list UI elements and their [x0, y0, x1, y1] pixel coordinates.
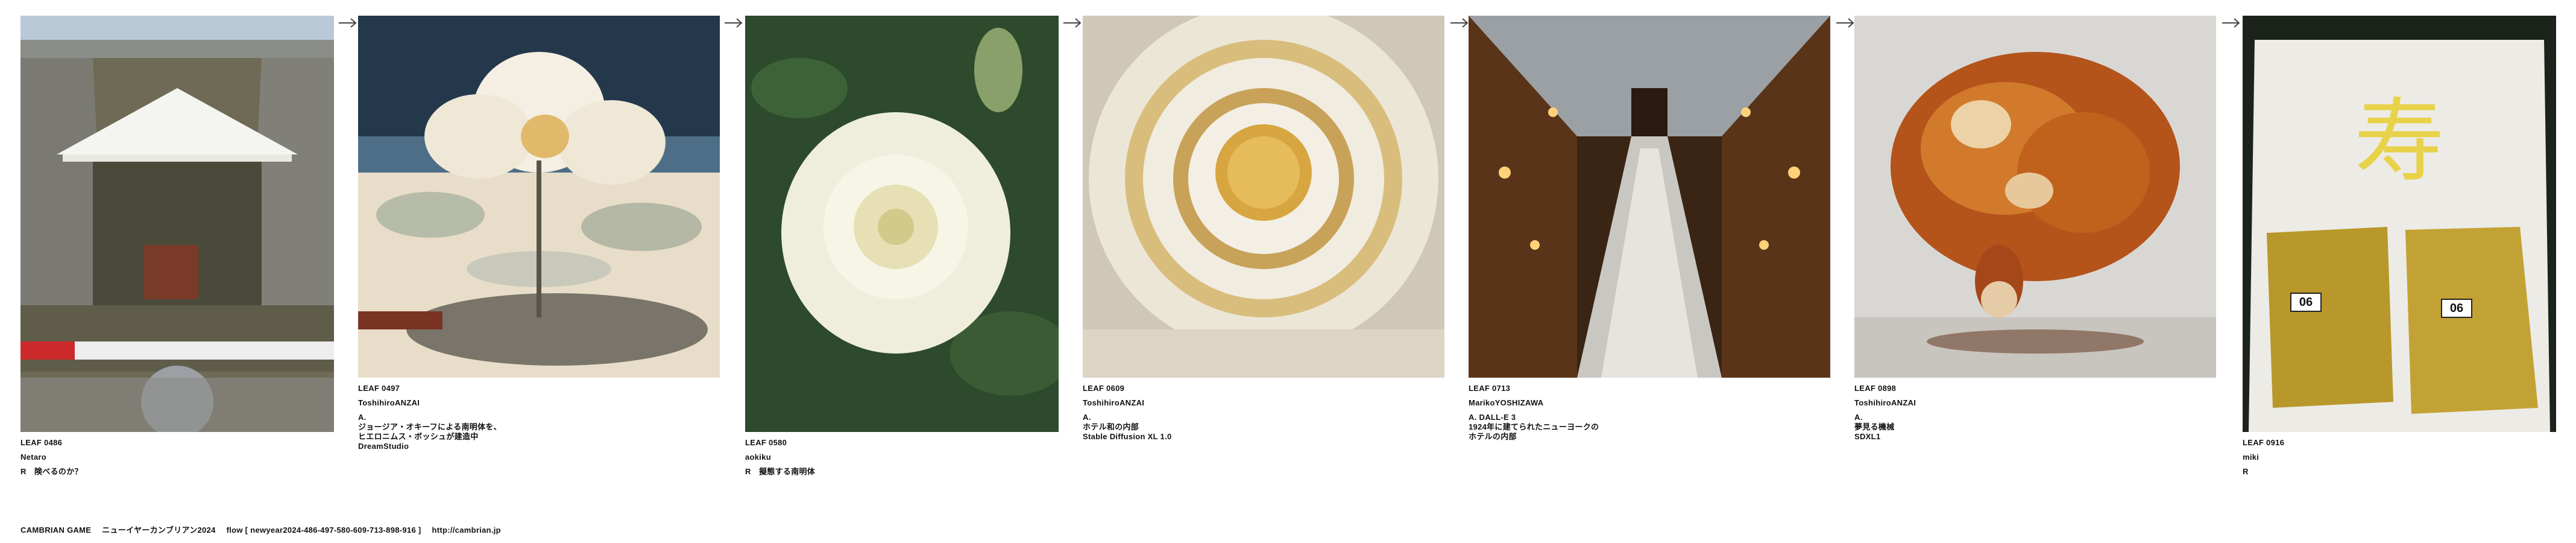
flow-arrow-icon: [1835, 17, 1856, 29]
flow-arrow-icon: [1062, 17, 1083, 29]
leaf-caption-line: SDXL1: [1854, 432, 1881, 441]
leaf-number: LEAF 0713: [1469, 384, 1511, 393]
flow-arrow-icon: [1449, 17, 1470, 29]
leaf-image-0486[interactable]: [20, 16, 334, 432]
leaf-author[interactable]: MarikoYOSHIZAWA: [1469, 398, 1599, 408]
leaf-image-0609[interactable]: [1083, 16, 1444, 378]
kotobuki-sign-icon: 寿: [2354, 89, 2445, 194]
leaf-number: LEAF 0580: [745, 438, 787, 447]
leaf-author[interactable]: ToshihiroANZAI: [1854, 398, 1916, 408]
leaf-image-0898[interactable]: [1854, 16, 2216, 378]
footer-url-link[interactable]: http://cambrian.jp: [432, 526, 500, 535]
leaf-caption-line: A.: [1854, 413, 1863, 422]
flow-arrow-icon: [338, 17, 358, 29]
leaf-author[interactable]: ToshihiroANZAI: [358, 398, 502, 408]
leaf-caption-line: ホテルの内部: [1469, 432, 1517, 441]
leaf-caption-line: A. DALL-E 3: [1469, 413, 1516, 422]
packet-tag: 06: [2449, 302, 2464, 315]
flow-arrow-icon: [2221, 17, 2241, 29]
leaf-caption-line: A.: [1083, 413, 1091, 422]
packet-tag: 06: [2299, 296, 2313, 309]
leaf-author[interactable]: Netaro: [20, 453, 83, 462]
leaf-number: LEAF 0916: [2243, 438, 2285, 447]
footer-title: ニューイヤーカンブリアン2024: [102, 526, 216, 535]
leaf-caption-line: Stable Diffusion XL 1.0: [1083, 432, 1172, 441]
flow-arrow-icon: [723, 17, 744, 29]
leaf-caption-line: ホテル和の内部: [1083, 422, 1139, 431]
leaf-caption-line: R: [2243, 467, 2249, 476]
footer: CAMBRIAN GAME ニューイヤーカンブリアン2024 flow [ ne…: [20, 524, 509, 535]
leaf-image-0713[interactable]: [1469, 16, 1830, 378]
footer-flow: flow [ newyear2024-486-497-580-609-713-8…: [226, 526, 421, 535]
leaf-author[interactable]: aokiku: [745, 453, 815, 462]
leaf-author[interactable]: miki: [2243, 453, 2284, 462]
leaf-number: LEAF 0609: [1083, 384, 1125, 393]
leaf-caption-line: R 険べるのか？: [20, 467, 83, 476]
leaf-number: LEAF 0486: [20, 438, 63, 447]
leaf-image-0580[interactable]: [745, 16, 1059, 432]
leaf-author[interactable]: ToshihiroANZAI: [1083, 398, 1172, 408]
leaf-number: LEAF 0497: [358, 384, 400, 393]
footer-brand: CAMBRIAN GAME: [20, 526, 92, 535]
leaf-caption-line: DreamStudio: [358, 442, 409, 451]
leaf-image-0916[interactable]: 寿 06 06: [2243, 16, 2556, 432]
leaf-caption-line: ヒエロニムス・ボッシュが建造中: [358, 432, 479, 441]
leaf-caption-line: 1924年に建てられたニューヨークの: [1469, 422, 1599, 431]
leaf-number: LEAF 0898: [1854, 384, 1897, 393]
leaf-image-0497[interactable]: [358, 16, 720, 378]
leaf-caption-line: A.: [358, 413, 367, 422]
leaf-caption-line: R 擬態する南明体: [745, 467, 816, 476]
leaf-caption-line: 夢見る機械: [1854, 422, 1895, 431]
leaf-caption-line: ジョージア・オキーフによる南明体を、: [358, 422, 502, 431]
